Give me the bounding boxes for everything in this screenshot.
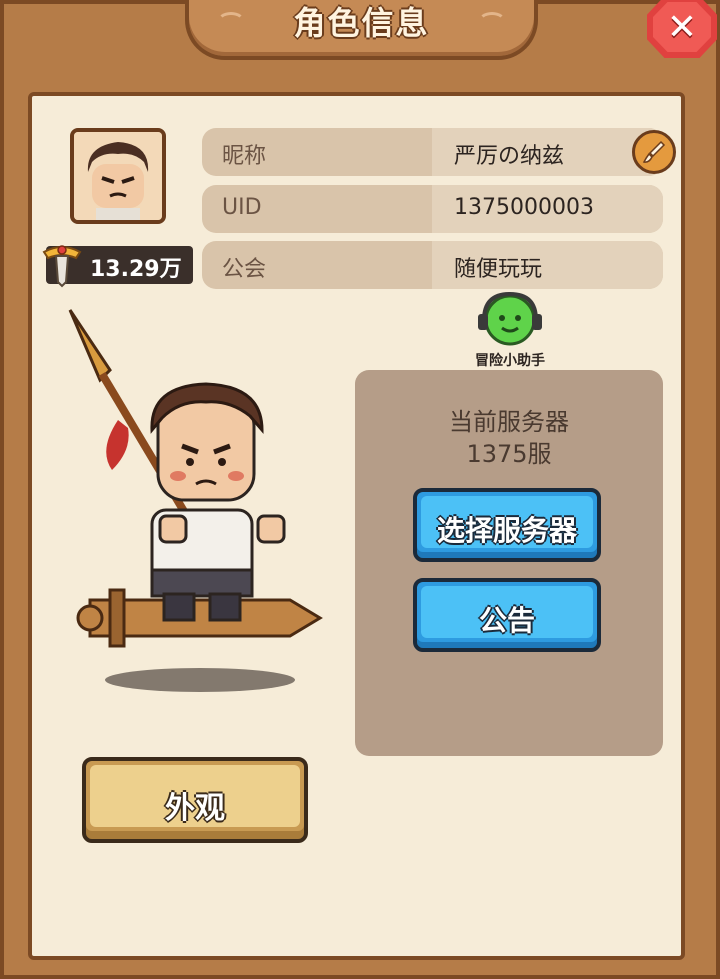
uid-value-cell: 1375000003: [432, 185, 663, 233]
combat-power: 13.29万: [42, 245, 193, 288]
current-server-title: 当前服务器: [449, 408, 569, 436]
notice-button[interactable]: 公告: [413, 578, 601, 652]
select-server-button[interactable]: 选择服务器: [413, 488, 601, 562]
combat-power-value: 13.29万: [90, 257, 182, 282]
window-title: 角色信息: [293, 4, 430, 42]
appearance-label[interactable]: 外观: [86, 783, 304, 827]
brush-edit-icon: [642, 140, 666, 163]
headset-assistant-icon: [478, 291, 542, 346]
avatar-portrait-icon: [74, 132, 162, 220]
avatar[interactable]: [70, 128, 166, 224]
current-server-name: 1375服: [466, 440, 552, 468]
hero-character-image: [68, 309, 323, 692]
info-row-uid: UID 1375000003: [202, 185, 663, 233]
notice-label[interactable]: 公告: [417, 599, 597, 639]
guild-value: 随便玩玩: [454, 257, 543, 282]
guild-value-cell: 随便玩玩: [432, 241, 663, 289]
nickname-value-cell: 严厉の纳兹: [432, 128, 663, 176]
close-x-icon[interactable]: ✕: [653, 2, 711, 52]
info-row-guild: 公会 随便玩玩: [202, 241, 663, 289]
title-plate: 角色信息: [185, 0, 538, 60]
uid-value: 1375000003: [454, 195, 594, 220]
server-panel: 当前服务器 1375服 选择服务器 公告: [355, 370, 663, 756]
appearance-button[interactable]: 外观: [82, 757, 308, 843]
select-server-label[interactable]: 选择服务器: [417, 509, 597, 549]
sword-trophy-icon: [42, 245, 82, 288]
close-button[interactable]: ✕: [647, 0, 717, 58]
info-row-nickname: 昵称 严厉の纳兹: [202, 128, 663, 176]
nickname-value: 严厉の纳兹: [454, 144, 565, 169]
nickname-label: 昵称: [222, 144, 267, 169]
edit-nickname-button[interactable]: [632, 130, 676, 174]
uid-label: UID: [222, 195, 262, 220]
guild-label: 公会: [222, 257, 267, 282]
assistant-label: 冒险小助手: [475, 353, 545, 369]
adventure-assistant-button[interactable]: 冒险小助手: [468, 290, 552, 370]
